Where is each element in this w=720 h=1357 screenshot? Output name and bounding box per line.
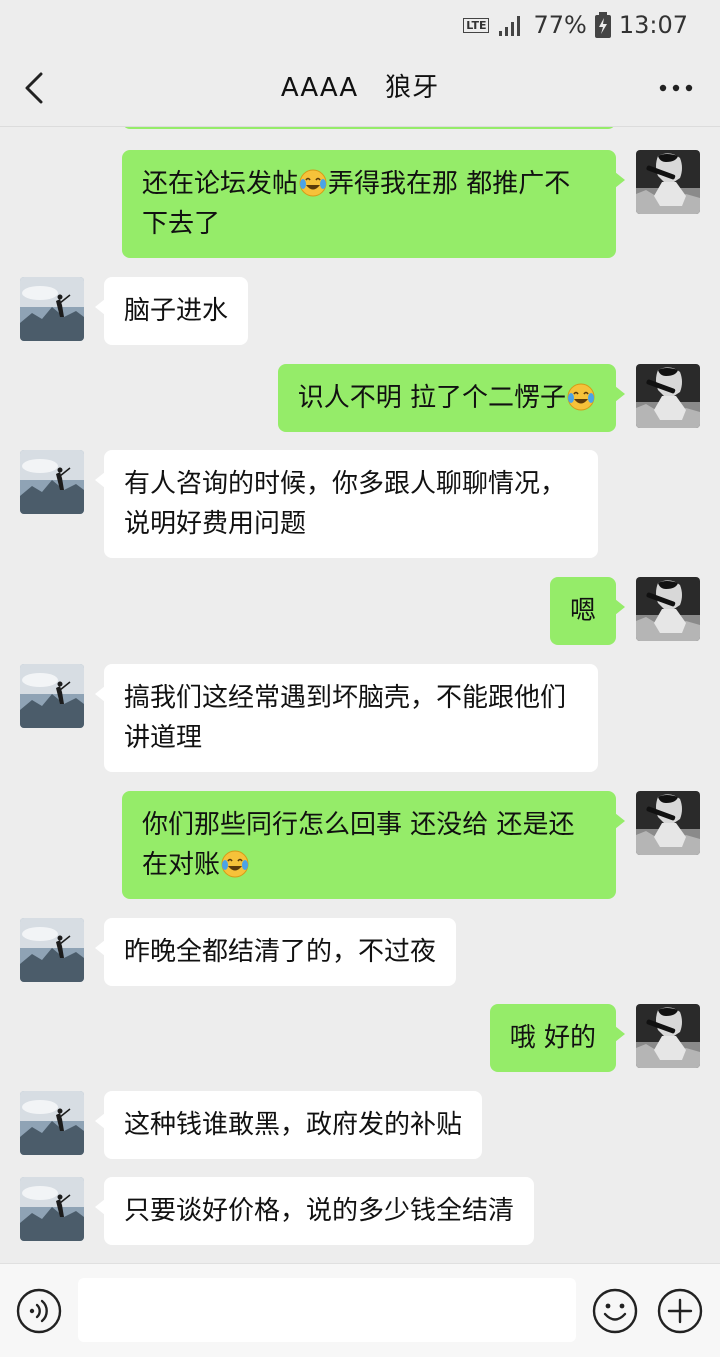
message-bubble[interactable]: 搞我们这经常遇到坏脑壳，不能跟他们讲道理 <box>95 664 598 772</box>
contact-photo-icon <box>20 918 84 982</box>
emoji-icon <box>592 1288 638 1334</box>
message-bubble[interactable]: 你们那些同行怎么回事 还没给 还是还在对账 <box>122 791 625 899</box>
contact-photo-icon <box>20 277 84 341</box>
message-bubble[interactable]: 嗯 <box>549 577 626 645</box>
self-avatar[interactable] <box>636 791 700 855</box>
chat-header: AAAA 狼牙 <box>0 50 720 127</box>
contact-avatar[interactable] <box>20 918 84 982</box>
clock: 13:07 <box>618 11 688 39</box>
tears-of-joy-emoji-icon <box>299 169 327 197</box>
message-input[interactable] <box>78 1278 576 1342</box>
more-dots-icon <box>659 84 693 92</box>
contact-avatar[interactable] <box>20 664 84 728</box>
user-photo-icon <box>636 364 700 428</box>
user-photo-icon <box>636 1004 700 1068</box>
message-bubble[interactable]: 还在论坛发帖 弄得我在那 都推广不下去了 <box>122 150 625 258</box>
voice-icon <box>16 1288 62 1334</box>
self-avatar[interactable] <box>636 577 700 641</box>
status-bar: LTE 77% 13:07 <box>0 0 720 50</box>
contact-avatar[interactable] <box>20 277 84 341</box>
contact-photo-icon <box>20 450 84 514</box>
contact-photo-icon <box>20 1091 84 1155</box>
user-photo-icon <box>636 577 700 641</box>
contact-avatar[interactable] <box>20 1091 84 1155</box>
message-bubble[interactable]: 哦 好的 <box>489 1004 626 1072</box>
message-bubble[interactable]: 这种钱谁敢黑，政府发的补贴 <box>94 1091 483 1159</box>
lte-icon: LTE <box>463 17 490 33</box>
message-bubble[interactable]: 脑子进水 <box>94 277 249 345</box>
user-photo-icon <box>636 150 700 214</box>
contact-photo-icon <box>20 1177 84 1241</box>
self-avatar[interactable] <box>636 1004 700 1068</box>
battery-charging-icon <box>594 12 611 38</box>
self-avatar[interactable] <box>636 364 700 428</box>
chat-messages[interactable]: 还在论坛发帖 弄得我在那 都推广不下去了 脑子进水 识人不明 拉了个二愣子 有人… <box>0 127 720 1263</box>
contact-photo-icon <box>20 664 84 728</box>
chat-title: AAAA 狼牙 <box>280 73 440 103</box>
signal-icon <box>499 16 521 36</box>
message-bubble[interactable]: 昨晚全都结清了的，不过夜 <box>94 918 457 986</box>
contact-avatar[interactable] <box>20 450 84 514</box>
voice-button[interactable] <box>16 1288 62 1334</box>
previous-bubble-edge <box>122 127 616 129</box>
self-avatar[interactable] <box>636 150 700 214</box>
message-bubble[interactable]: 有人咨询的时候，你多跟人聊聊情况，说明好费用问题 <box>95 450 598 558</box>
status-right: LTE 77% 13:07 <box>463 10 688 40</box>
contact-avatar[interactable] <box>20 1177 84 1241</box>
user-photo-icon <box>636 791 700 855</box>
plus-icon <box>657 1288 703 1334</box>
plus-button[interactable] <box>657 1288 703 1334</box>
battery-percent: 77% <box>533 11 587 39</box>
tears-of-joy-emoji-icon <box>567 383 595 411</box>
emoji-button[interactable] <box>592 1288 638 1334</box>
input-bar <box>0 1263 720 1357</box>
message-bubble[interactable]: 只要谈好价格，说的多少钱全结清 <box>94 1177 535 1245</box>
tears-of-joy-emoji-icon <box>221 850 249 878</box>
more-button[interactable] <box>656 72 696 104</box>
message-bubble[interactable]: 识人不明 拉了个二愣子 <box>277 364 626 432</box>
